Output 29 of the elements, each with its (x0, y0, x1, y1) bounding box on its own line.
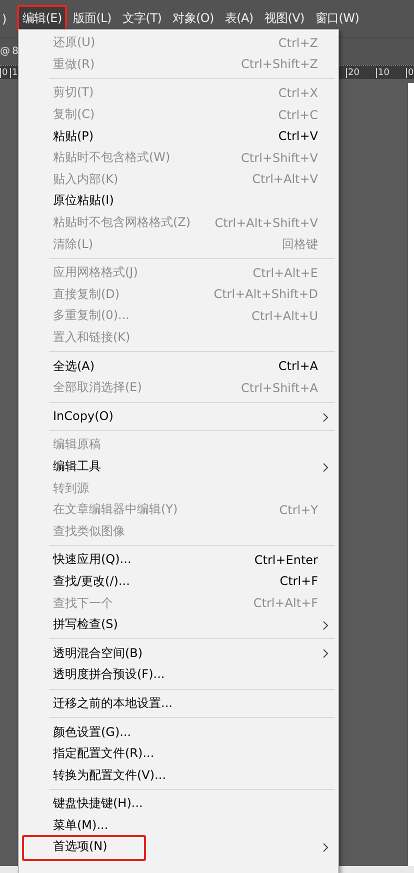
menu-item[interactable]: 快速应用(Q)... Ctrl+Enter (19, 549, 338, 571)
menu-item[interactable]: 原位粘贴(I) (19, 190, 338, 212)
menu-item[interactable]: 粘贴(P) Ctrl+V (19, 125, 338, 147)
menu-item[interactable]: 查找/更改(/)... Ctrl+F (19, 570, 338, 592)
menu-item[interactable]: 编辑工具 (19, 456, 338, 478)
ruler-number: 10 (376, 68, 406, 78)
ruler-number: 0 (406, 68, 414, 78)
menu-item[interactable]: 键盘快捷键(H)... (19, 793, 338, 815)
menu-bar-item[interactable]: 表(A) (220, 5, 258, 32)
menu-bar-item[interactable]: 对象(O) (168, 5, 219, 32)
menu-item[interactable]: 指定配置文件(R)... (19, 742, 338, 764)
ruler-number: 20 (346, 68, 376, 78)
ruler-number: 0 (0, 68, 10, 78)
menu-bar-item[interactable]: 文字(T) (117, 5, 167, 32)
menu-item[interactable]: 首选项(N) (19, 836, 338, 858)
menu-bar-item[interactable]: ) (0, 6, 12, 30)
menu-item[interactable]: InCopy(O) (19, 406, 338, 428)
menu-item[interactable]: 转换为配置文件(V)... (19, 764, 338, 786)
menu-item[interactable]: 全选(A) Ctrl+A (19, 355, 338, 377)
menu-item[interactable]: 菜单(M)... (19, 814, 338, 836)
menu-bar-item[interactable]: 视图(V) (259, 5, 310, 32)
document-tab-label[interactable]: @ 8 (0, 46, 18, 57)
menu-item[interactable]: 拼写检查(S) (19, 614, 338, 636)
menu-bar-item[interactable]: 窗口(W) (310, 5, 364, 32)
menu-item[interactable]: 透明度拼合预设(F)... (19, 664, 338, 686)
menu-item[interactable]: 透明混合空间(B) (19, 642, 338, 664)
menu-item[interactable]: 颜色设置(G)... (19, 721, 338, 743)
menu-item[interactable]: 迁移之前的本地设置... (19, 692, 338, 714)
menu-bar-item[interactable]: 版面(L) (68, 5, 116, 32)
